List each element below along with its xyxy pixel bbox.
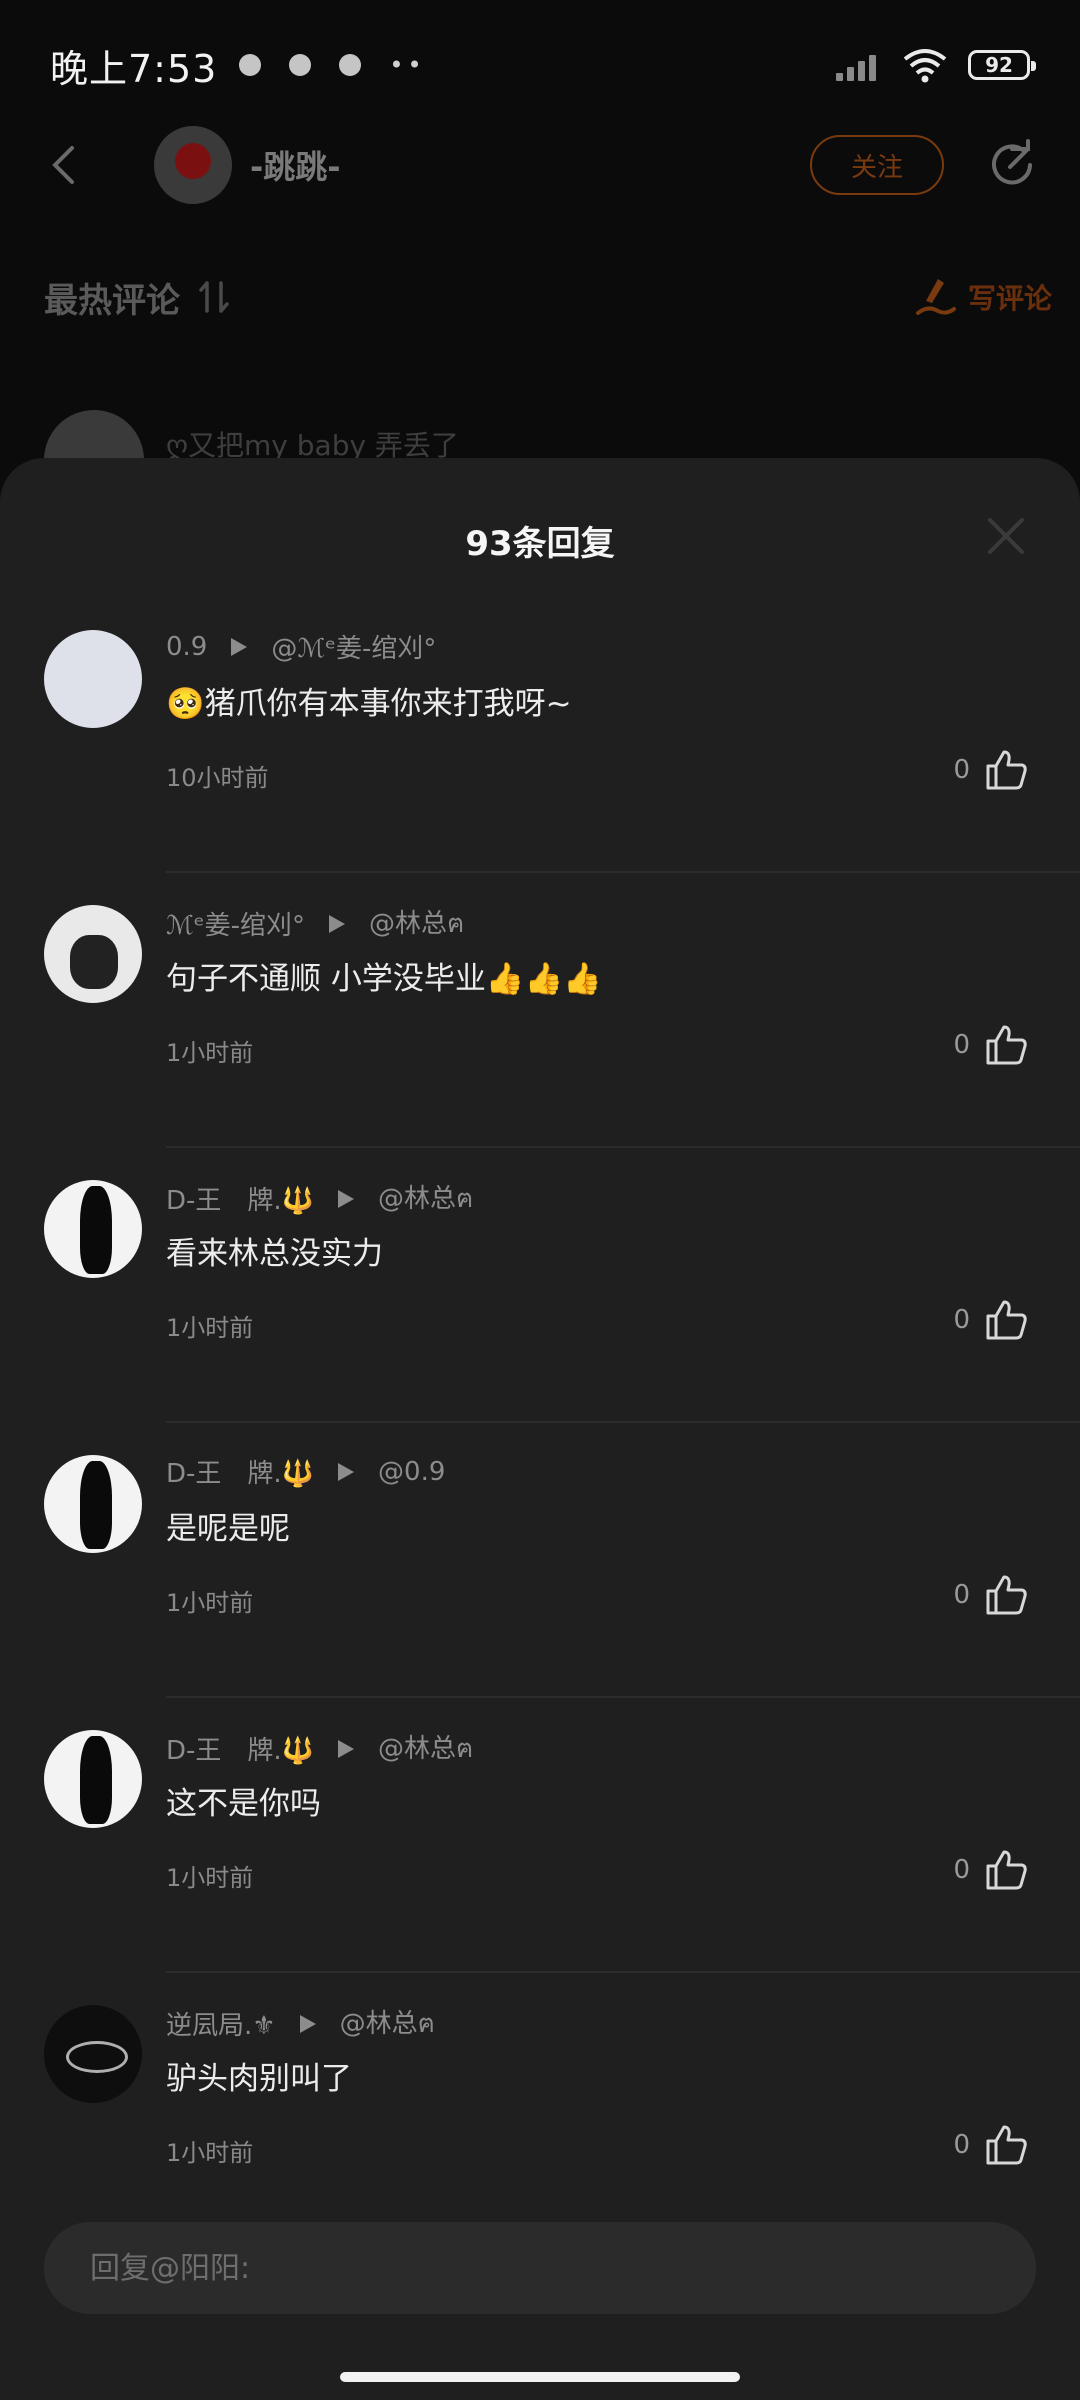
like-count: 0 — [953, 1580, 970, 1610]
like-button[interactable]: 0 — [953, 2123, 1028, 2167]
like-count: 0 — [953, 1855, 970, 1885]
battery-icon: 92 — [968, 50, 1036, 80]
reply-meta: D-王 牌.🔱 @0.9 — [166, 1453, 445, 1490]
reply-meta: 逆凨局.⚜ @林总ฅ — [166, 2003, 435, 2044]
reply-item[interactable]: D-王 牌.🔱 @0.9 是呢是呢 1小时前 0 — [0, 1423, 1080, 1698]
status-right: 92 — [836, 47, 1036, 83]
like-button[interactable]: 0 — [953, 1023, 1028, 1067]
hot-comments-title: 最热评论 — [44, 280, 180, 321]
battery-level: 92 — [985, 53, 1013, 77]
like-button[interactable]: 0 — [953, 1573, 1028, 1617]
reply-meta: ℳᵉ姜-绾刈° @林总ฅ — [166, 903, 464, 944]
write-comment-button[interactable]: 写评论 — [914, 275, 1052, 319]
replies-title: 93条回复 — [465, 524, 615, 564]
hot-comments-header: 最热评论 写评论 — [44, 262, 1052, 332]
status-time: 晚上7:53 — [50, 46, 218, 91]
thumbs-up-icon — [986, 1850, 1027, 1890]
reply-author[interactable]: 0.9 — [166, 632, 207, 662]
home-indicator[interactable] — [340, 2372, 740, 2382]
thumbs-up-icon — [986, 1575, 1027, 1615]
reply-text[interactable]: 看来林总没实力 — [166, 1228, 383, 1273]
reply-text[interactable]: 驴头肉别叫了 — [166, 2053, 352, 2098]
close-icon[interactable] — [984, 514, 1028, 558]
like-count: 0 — [953, 755, 970, 785]
figure-avatar[interactable] — [44, 1730, 142, 1828]
dark-avatar[interactable] — [44, 2005, 142, 2103]
notification-icons: •• — [239, 51, 425, 79]
reply-text[interactable]: 🥺猪爪你有本事你来打我呀~ — [166, 678, 572, 723]
reply-item[interactable]: D-王 牌.🔱 @林总ฅ 这不是你吗 1小时前 0 — [0, 1698, 1080, 1973]
reply-time: 10小时前 — [166, 764, 269, 792]
reply-time: 1小时前 — [166, 1864, 254, 1892]
reply-arrow-icon — [299, 2014, 316, 2033]
reply-arrow-icon — [338, 1739, 355, 1758]
like-count: 0 — [953, 1305, 970, 1335]
like-button[interactable]: 0 — [953, 748, 1028, 792]
wifi-icon — [903, 49, 947, 83]
back-arrow-icon[interactable] — [40, 140, 90, 190]
top-bar: -跳跳- 关注 — [0, 120, 1080, 210]
sort-icon[interactable] — [194, 277, 234, 317]
reply-text[interactable]: 句子不通顺 小学没毕业👍👍👍 — [166, 953, 602, 998]
share-icon[interactable] — [984, 137, 1040, 193]
reply-meta: D-王 牌.🔱 @林总ฅ — [166, 1178, 473, 1219]
doll-avatar[interactable] — [44, 905, 142, 1003]
reply-meta: 0.9 @ℳᵉ姜-绾刈° — [166, 628, 436, 665]
like-button[interactable]: 0 — [953, 1848, 1028, 1892]
reply-time: 1小时前 — [166, 1589, 254, 1617]
like-button[interactable]: 0 — [953, 1298, 1028, 1342]
reply-to[interactable]: @林总ฅ — [340, 2003, 435, 2044]
screen: 晚上7:53 •• 92 -跳跳- 关注 最热评论 写评论 ღ又把my baby… — [0, 0, 1080, 2400]
reply-to[interactable]: @林总ฅ — [378, 1178, 473, 1219]
reply-list: 0.9 @ℳᵉ姜-绾刈° 🥺猪爪你有本事你来打我呀~ 10小时前 0 ℳᵉ姜-绾… — [0, 598, 1080, 2248]
reply-meta: D-王 牌.🔱 @林总ฅ — [166, 1728, 473, 1769]
reply-to[interactable]: @ℳᵉ姜-绾刈° — [271, 628, 436, 665]
pen-icon — [915, 279, 956, 315]
figure-avatar[interactable] — [44, 1455, 142, 1553]
alarm-app-icon — [239, 54, 262, 76]
thumbs-up-icon — [986, 750, 1027, 790]
reply-time: 1小时前 — [166, 1314, 254, 1342]
thumbs-up-icon — [986, 2125, 1027, 2165]
reply-arrow-icon — [338, 1462, 355, 1481]
reply-item[interactable]: D-王 牌.🔱 @林总ฅ 看来林总没实力 1小时前 0 — [0, 1148, 1080, 1423]
blank-avatar[interactable] — [44, 630, 142, 728]
reply-author[interactable]: D-王 牌.🔱 — [166, 1453, 314, 1490]
reply-text[interactable]: 是呢是呢 — [166, 1503, 290, 1548]
reply-arrow-icon — [329, 914, 346, 933]
reply-arrow-icon — [231, 637, 248, 656]
signal-icon — [836, 49, 882, 81]
reply-to[interactable]: @0.9 — [378, 1457, 445, 1487]
clock-app-icon — [339, 54, 362, 76]
reply-author[interactable]: 逆凨局.⚜ — [166, 2005, 276, 2042]
reply-to[interactable]: @林总ฅ — [369, 903, 464, 944]
thumbs-up-icon — [986, 1025, 1027, 1065]
reply-time: 1小时前 — [166, 1039, 254, 1067]
thumbs-up-icon — [986, 1300, 1027, 1340]
reply-author[interactable]: D-王 牌.🔱 — [166, 1730, 314, 1767]
more-notifications-icon: •• — [389, 51, 426, 79]
reply-text[interactable]: 这不是你吗 — [166, 1778, 321, 1823]
reply-item[interactable]: 0.9 @ℳᵉ姜-绾刈° 🥺猪爪你有本事你来打我呀~ 10小时前 0 — [0, 598, 1080, 873]
like-count: 0 — [953, 2130, 970, 2160]
author-name[interactable]: -跳跳- — [250, 142, 341, 188]
reply-author[interactable]: ℳᵉ姜-绾刈° — [166, 905, 305, 942]
reply-author[interactable]: D-王 牌.🔱 — [166, 1180, 314, 1217]
follow-button[interactable]: 关注 — [810, 135, 944, 195]
reply-to[interactable]: @林总ฅ — [378, 1728, 473, 1769]
reply-time: 1小时前 — [166, 2139, 254, 2167]
write-comment-label: 写评论 — [967, 282, 1052, 315]
replies-sheet: 93条回复 0.9 @ℳᵉ姜-绾刈° 🥺猪爪你有本事你来打我呀~ 10小时前 0 — [0, 458, 1080, 2400]
author-avatar[interactable] — [154, 126, 232, 204]
reply-arrow-icon — [338, 1189, 355, 1208]
status-bar: 晚上7:53 •• 92 — [0, 0, 1080, 130]
bird-app-icon — [289, 54, 312, 76]
reply-item[interactable]: ℳᵉ姜-绾刈° @林总ฅ 句子不通顺 小学没毕业👍👍👍 1小时前 0 — [0, 873, 1080, 1148]
reply-bar — [0, 2190, 1080, 2400]
reply-input[interactable] — [44, 2222, 1036, 2314]
figure-avatar[interactable] — [44, 1180, 142, 1278]
like-count: 0 — [953, 1030, 970, 1060]
